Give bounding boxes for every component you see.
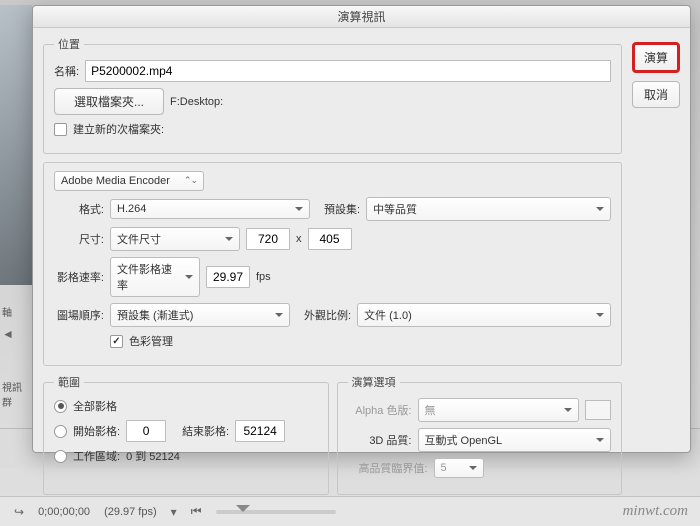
start-frame-label: 開始影格: <box>73 423 120 439</box>
bg-triangle-icon: ◄ <box>0 323 28 345</box>
width-input[interactable] <box>246 228 290 250</box>
workarea-range: 0 到 52124 <box>126 448 180 464</box>
fps-mode-select[interactable]: 文件影格速率 <box>110 257 200 297</box>
range-workarea-radio[interactable] <box>54 450 67 463</box>
end-frame-label: 結束影格: <box>182 423 229 439</box>
quality-select[interactable]: 互動式 OpenGL <box>418 428 612 452</box>
create-subfolder-label: 建立新的次檔案夾: <box>73 121 164 137</box>
by-label: x <box>296 233 302 245</box>
alpha-swatch[interactable] <box>585 400 611 420</box>
alpha-label: Alpha 色版: <box>348 402 412 418</box>
fps-unit: fps <box>256 271 271 283</box>
color-mgmt-checkbox[interactable] <box>110 335 123 348</box>
range-all-label: 全部影格 <box>73 398 117 414</box>
fps-input[interactable] <box>206 266 250 288</box>
range-legend: 範圍 <box>54 374 84 390</box>
threshold-label: 高品質臨界值: <box>348 460 428 476</box>
options-group: 演算選項 Alpha 色版: 無 3D 品質: 互動式 OpenGL 高品質臨界… <box>337 374 623 495</box>
render-dialog: 演算視訊 位置 名稱: 選取檔案夾... F:Desktop: 建立新的次檔案夾… <box>32 5 691 453</box>
zoom-slider[interactable] <box>216 510 336 514</box>
range-frames-radio[interactable] <box>54 425 67 438</box>
height-input[interactable] <box>308 228 352 250</box>
filename-input[interactable] <box>85 60 611 82</box>
field-select[interactable]: 預設集 (漸進式) <box>110 303 290 327</box>
dialog-title: 演算視訊 <box>33 6 690 28</box>
location-group: 位置 名稱: 選取檔案夾... F:Desktop: 建立新的次檔案夾: <box>43 36 622 154</box>
share-icon[interactable]: ↪ <box>14 505 24 519</box>
create-subfolder-checkbox[interactable] <box>54 123 67 136</box>
render-button[interactable]: 演算 <box>632 42 680 73</box>
field-label: 圖場順序: <box>54 307 104 323</box>
name-label: 名稱: <box>54 63 79 79</box>
watermark: minwt.com <box>623 503 688 520</box>
options-legend: 演算選項 <box>348 374 400 390</box>
status-bar: ↪ 0;00;00;00 (29.97 fps) ▾ ⏮ <box>0 496 700 526</box>
size-label: 尺寸: <box>54 231 104 247</box>
bg-group-label: 視訊群 <box>0 375 28 413</box>
format-select[interactable]: H.264 <box>110 199 310 219</box>
threshold-select: 5 <box>434 458 484 478</box>
cancel-button[interactable]: 取消 <box>632 81 680 108</box>
dropdown-icon[interactable]: ▾ <box>171 505 177 519</box>
bg-axis-label: 軸 <box>0 300 28 323</box>
range-group: 範圍 全部影格 開始影格: 結束影格: 工作區域: <box>43 374 329 495</box>
color-mgmt-label: 色彩管理 <box>129 333 173 349</box>
encoder-module-select[interactable]: Adobe Media Encoder <box>54 171 204 191</box>
size-mode-select[interactable]: 文件尺寸 <box>110 227 240 251</box>
aspect-label: 外觀比例: <box>304 307 351 323</box>
preset-label: 預設集: <box>324 201 360 217</box>
quality-label: 3D 品質: <box>348 432 412 448</box>
format-label: 格式: <box>54 201 104 217</box>
rewind-icon[interactable]: ⏮ <box>191 504 202 519</box>
choose-folder-button[interactable]: 選取檔案夾... <box>54 88 164 115</box>
start-frame-input[interactable] <box>126 420 166 442</box>
path-label: F:Desktop: <box>170 96 223 108</box>
status-fps: (29.97 fps) <box>104 506 157 518</box>
preset-select[interactable]: 中等品質 <box>366 197 611 221</box>
aspect-select[interactable]: 文件 (1.0) <box>357 303 611 327</box>
workarea-label: 工作區域: <box>73 448 120 464</box>
fps-label: 影格速率: <box>54 269 104 285</box>
end-frame-input[interactable] <box>235 420 285 442</box>
timecode: 0;00;00;00 <box>38 506 90 518</box>
location-legend: 位置 <box>54 36 84 52</box>
encoder-group: Adobe Media Encoder 格式: H.264 預設集: 中等品質 … <box>43 162 622 366</box>
alpha-select: 無 <box>418 398 580 422</box>
range-all-radio[interactable] <box>54 400 67 413</box>
